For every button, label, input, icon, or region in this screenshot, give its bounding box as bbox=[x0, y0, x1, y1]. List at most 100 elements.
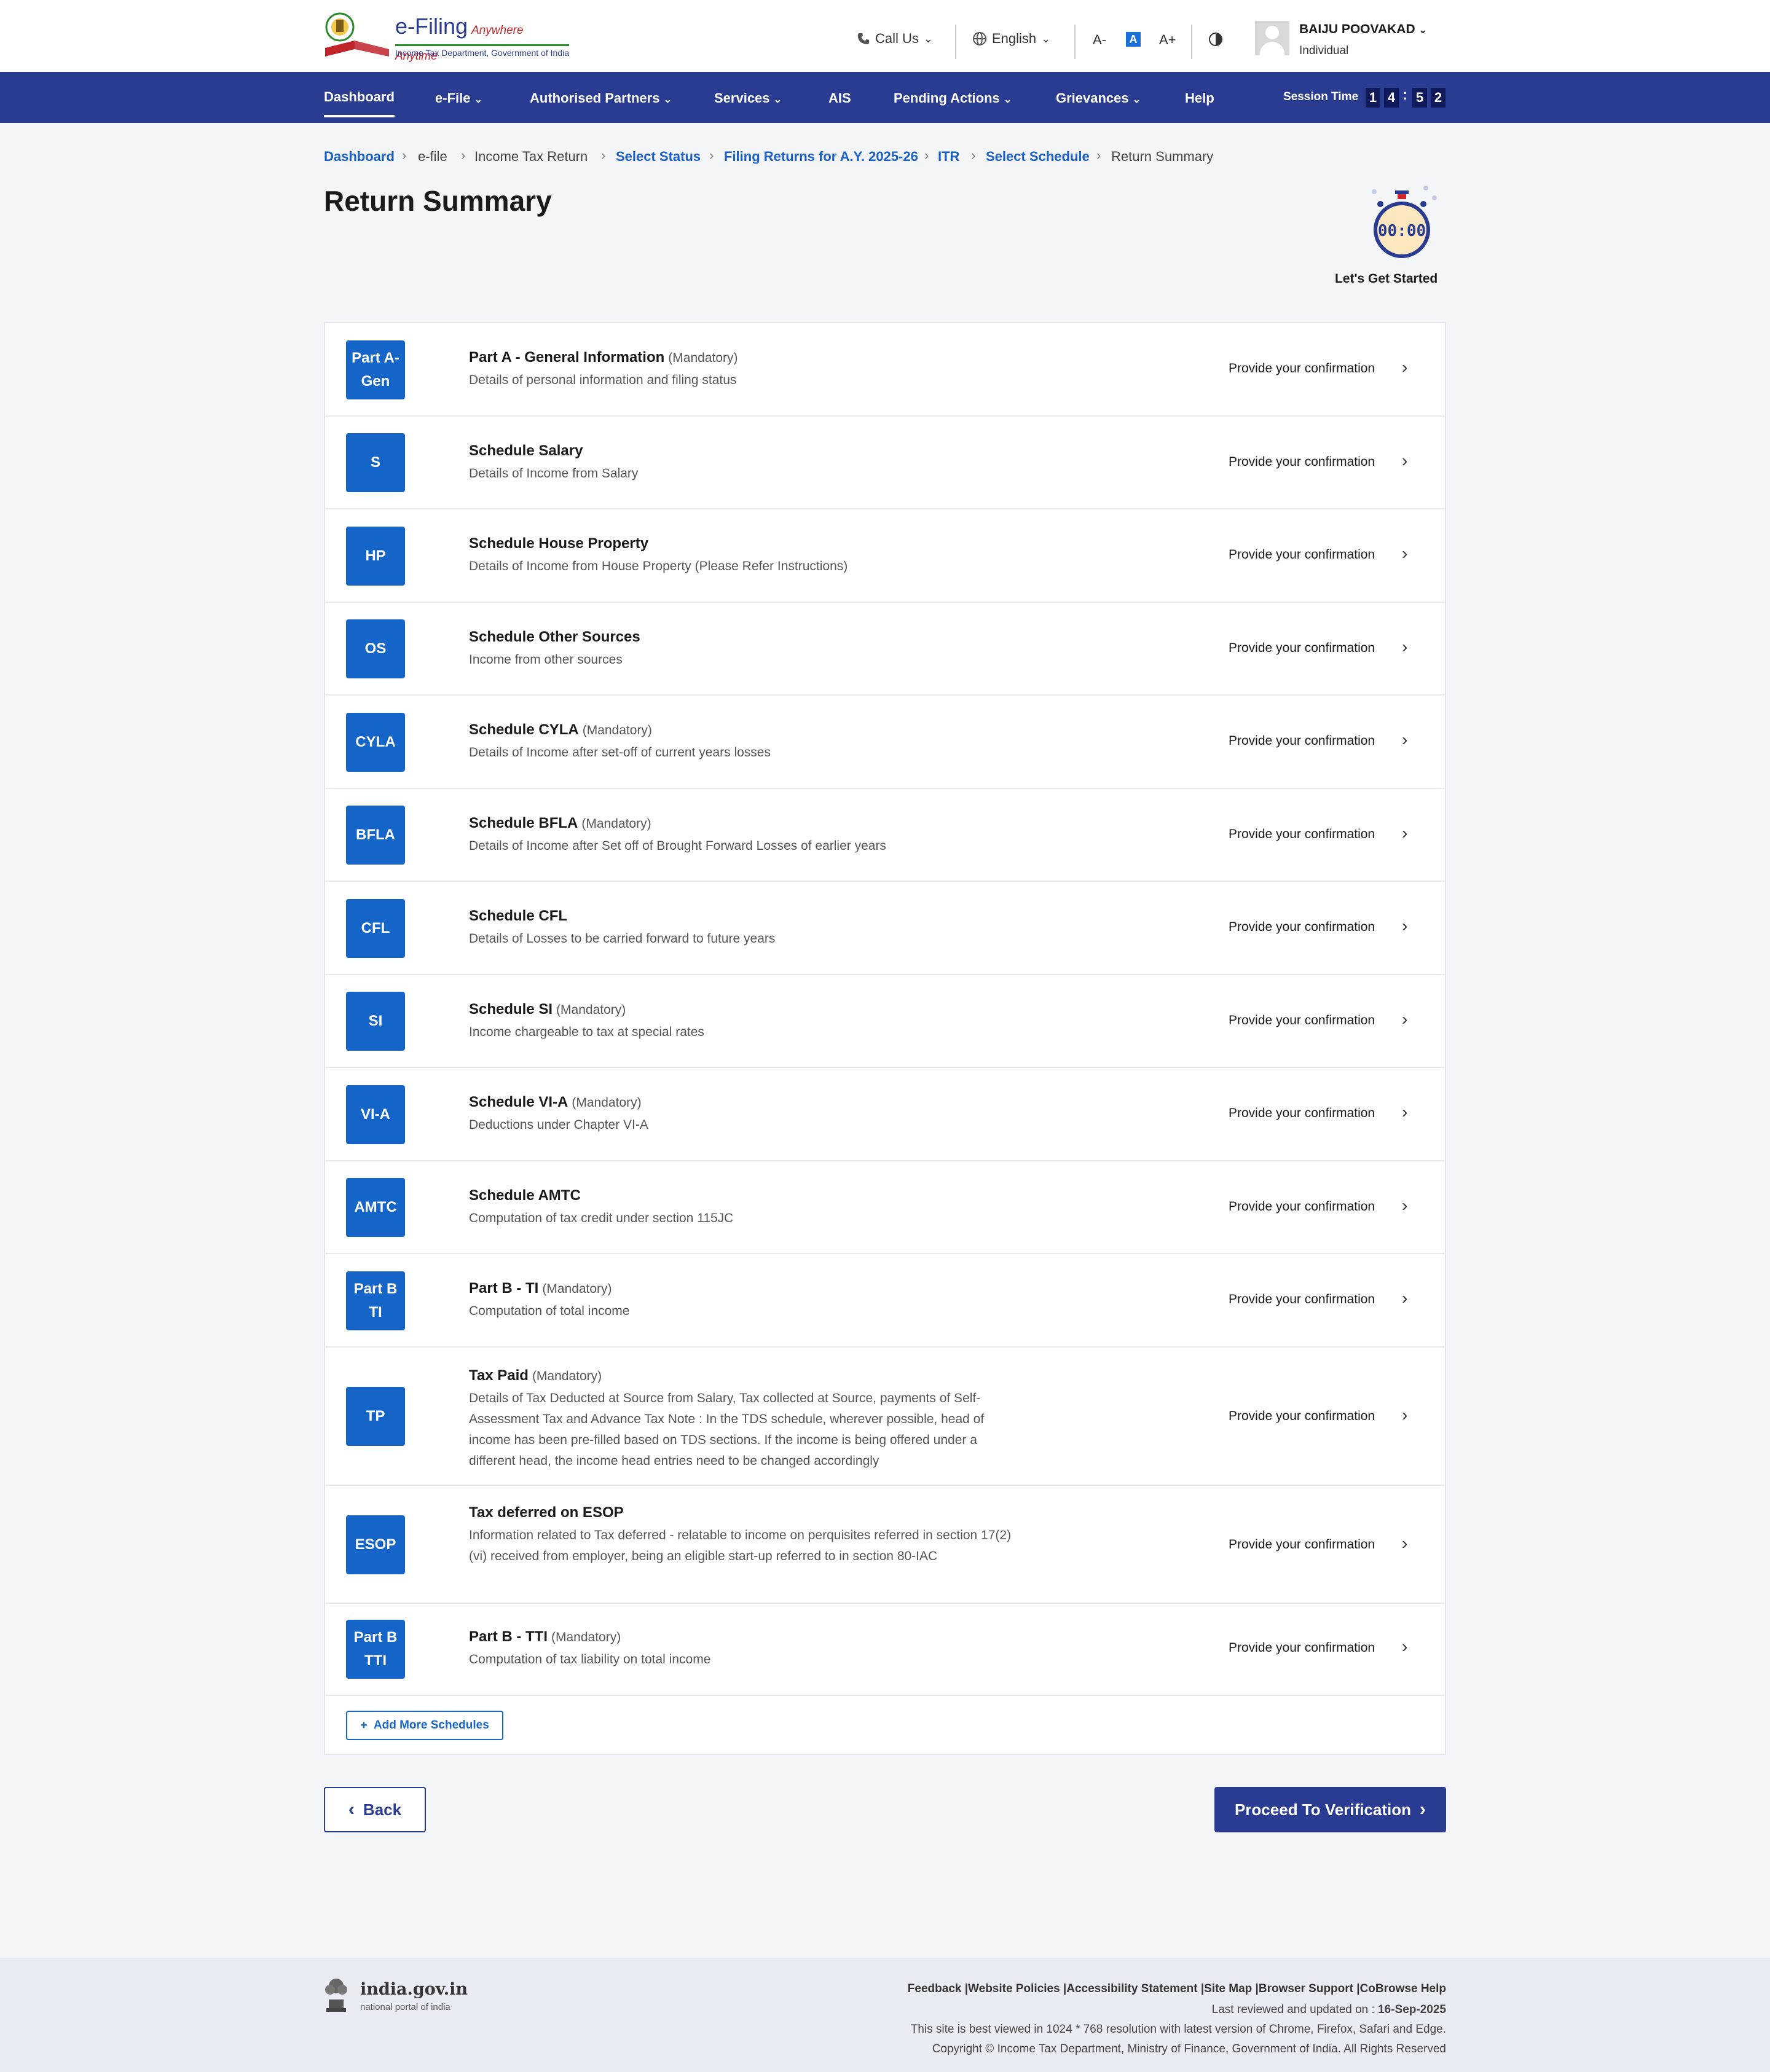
chevron-right-icon[interactable]: › bbox=[1402, 916, 1407, 936]
breadcrumb-select-schedule[interactable]: Select Schedule bbox=[986, 149, 1090, 165]
chevron-right-icon[interactable]: › bbox=[1402, 1196, 1407, 1215]
provide-confirmation-link[interactable]: Provide your confirmation bbox=[1229, 920, 1375, 935]
provide-confirmation-link[interactable]: Provide your confirmation bbox=[1229, 361, 1375, 376]
breadcrumb-dashboard[interactable]: Dashboard bbox=[324, 149, 395, 165]
user-menu[interactable]: BAIJU POOVAKAD ⌄ bbox=[1299, 22, 1427, 37]
chevron-right-icon[interactable]: › bbox=[1402, 451, 1407, 471]
footer-links[interactable]: Feedback |Website Policies |Accessibilit… bbox=[908, 1982, 1446, 1996]
efiling-logo[interactable]: e-Filing Anywhere Anytime Income Tax Depa… bbox=[324, 11, 569, 63]
font-decrease-button[interactable]: A- bbox=[1093, 32, 1106, 48]
timer-label: Let's Get Started bbox=[1335, 272, 1438, 286]
schedule-badge: VI-A bbox=[346, 1085, 405, 1144]
nav-authorised-partners[interactable]: Authorised Partners ⌄ bbox=[530, 90, 672, 106]
call-us-dropdown[interactable]: Call Us ⌄ bbox=[857, 31, 933, 47]
chevron-right-icon: › bbox=[1096, 147, 1101, 163]
session-digit: 2 bbox=[1431, 88, 1446, 108]
copyright: Copyright © Income Tax Department, Minis… bbox=[932, 2043, 1446, 2055]
font-normal-button[interactable]: A bbox=[1126, 32, 1141, 47]
chevron-right-icon[interactable]: › bbox=[1402, 730, 1407, 750]
chevron-right-icon[interactable]: › bbox=[1402, 544, 1407, 563]
provide-confirmation-link[interactable]: Provide your confirmation bbox=[1229, 1292, 1375, 1307]
schedule-title-text: Schedule CFL bbox=[469, 908, 568, 924]
provide-confirmation-link[interactable]: Provide your confirmation bbox=[1229, 1409, 1375, 1424]
chevron-right-icon[interactable]: › bbox=[1402, 1637, 1407, 1657]
chevron-right-icon: › bbox=[601, 147, 606, 163]
add-more-schedules-button[interactable]: + Add More Schedules bbox=[346, 1711, 503, 1740]
schedule-title-text: Schedule SI bbox=[469, 1001, 553, 1018]
contrast-icon[interactable] bbox=[1208, 32, 1223, 47]
chevron-right-icon[interactable]: › bbox=[1402, 1102, 1407, 1122]
schedule-row-si[interactable]: SI Schedule SI (Mandatory) Income chargea… bbox=[325, 975, 1445, 1068]
chevron-left-icon: ‹ bbox=[348, 1799, 355, 1819]
schedule-row-cfl[interactable]: CFL Schedule CFL Details of Losses to be… bbox=[325, 882, 1445, 975]
schedule-title: Schedule Other Sources bbox=[469, 629, 644, 646]
provide-confirmation-link[interactable]: Provide your confirmation bbox=[1229, 1641, 1375, 1655]
schedule-badge: Part B TTI bbox=[346, 1620, 405, 1679]
badge-text: HP bbox=[365, 547, 386, 564]
provide-confirmation-link[interactable]: Provide your confirmation bbox=[1229, 455, 1375, 469]
chevron-right-icon[interactable]: › bbox=[1402, 358, 1407, 377]
schedule-desc: Details of Income after set-off of curre… bbox=[469, 745, 771, 759]
schedule-row-esop[interactable]: ESOP Tax deferred on ESOP Information re… bbox=[325, 1486, 1445, 1604]
schedule-row-bfla[interactable]: BFLA Schedule BFLA (Mandatory) Details of… bbox=[325, 789, 1445, 882]
provide-confirmation-link[interactable]: Provide your confirmation bbox=[1229, 1106, 1375, 1121]
language-dropdown[interactable]: English ⌄ bbox=[972, 31, 1050, 47]
nav-help[interactable]: Help bbox=[1185, 90, 1214, 106]
schedule-row-house-property[interactable]: HP Schedule House Property Details of In… bbox=[325, 509, 1445, 603]
session-time-label: Session Time bbox=[1283, 90, 1359, 103]
chevron-down-icon: ⌄ bbox=[663, 95, 672, 105]
nav-services[interactable]: Services ⌄ bbox=[714, 90, 782, 106]
badge-text: VI-A bbox=[361, 1106, 390, 1123]
india-gov-link[interactable]: india.gov.in bbox=[360, 1980, 468, 1999]
schedule-desc: Details of Losses to be carried forward … bbox=[469, 932, 776, 946]
nav-authorised-partners-label: Authorised Partners bbox=[530, 90, 660, 106]
schedule-row-via[interactable]: VI-A Schedule VI-A (Mandatory) Deductions… bbox=[325, 1068, 1445, 1161]
avatar[interactable] bbox=[1255, 21, 1289, 55]
chevron-right-icon[interactable]: › bbox=[1402, 1010, 1407, 1029]
schedule-badge: Part B TI bbox=[346, 1271, 405, 1330]
breadcrumb-itr[interactable]: ITR bbox=[938, 149, 959, 165]
nav-pending-actions[interactable]: Pending Actions ⌄ bbox=[894, 90, 1012, 106]
chevron-right-icon[interactable]: › bbox=[1402, 823, 1407, 843]
chevron-down-icon: ⌄ bbox=[1418, 25, 1427, 36]
schedule-row-other-sources[interactable]: OS Schedule Other Sources Income from ot… bbox=[325, 603, 1445, 696]
schedule-row-amtc[interactable]: AMTC Schedule AMTC Computation of tax cr… bbox=[325, 1161, 1445, 1254]
nav-services-label: Services bbox=[714, 90, 770, 106]
chevron-right-icon[interactable]: › bbox=[1402, 1534, 1407, 1553]
provide-confirmation-link[interactable]: Provide your confirmation bbox=[1229, 547, 1375, 562]
breadcrumb-filing-returns[interactable]: Filing Returns for A.Y. 2025-26 bbox=[724, 149, 918, 165]
breadcrumb-efile: e-file bbox=[418, 149, 447, 164]
schedule-desc: Computation of tax credit under section … bbox=[469, 1211, 734, 1225]
provide-confirmation-link[interactable]: Provide your confirmation bbox=[1229, 1013, 1375, 1028]
provide-confirmation-link[interactable]: Provide your confirmation bbox=[1229, 1199, 1375, 1214]
provide-confirmation-link[interactable]: Provide your confirmation bbox=[1229, 1537, 1375, 1552]
mandatory-tag: (Mandatory) bbox=[551, 1630, 621, 1644]
add-more-schedules-label: Add More Schedules bbox=[373, 1719, 489, 1732]
schedule-row-part-b-ti[interactable]: Part B TI Part B - TI (Mandatory) Computa… bbox=[325, 1254, 1445, 1348]
nav-grievances[interactable]: Grievances ⌄ bbox=[1056, 90, 1141, 106]
nav-dashboard[interactable]: Dashboard bbox=[324, 89, 395, 117]
proceed-to-verification-button[interactable]: Proceed To Verification › bbox=[1214, 1787, 1446, 1832]
provide-confirmation-link[interactable]: Provide your confirmation bbox=[1229, 734, 1375, 748]
globe-icon bbox=[973, 32, 986, 45]
schedule-row-salary[interactable]: S Schedule Salary Details of Income from… bbox=[325, 417, 1445, 509]
badge-text: Part B TI bbox=[353, 1281, 398, 1321]
chevron-right-icon[interactable]: › bbox=[1402, 637, 1407, 657]
schedule-title-text: Schedule VI-A bbox=[469, 1094, 568, 1110]
nav-ais[interactable]: AIS bbox=[828, 90, 851, 106]
schedule-title: Schedule SI (Mandatory) bbox=[469, 1001, 626, 1018]
badge-text: AMTC bbox=[354, 1199, 397, 1215]
schedule-row-cyla[interactable]: CYLA Schedule CYLA (Mandatory) Details of… bbox=[325, 696, 1445, 789]
provide-confirmation-link[interactable]: Provide your confirmation bbox=[1229, 827, 1375, 842]
schedule-row-part-a-gen[interactable]: Part A- Gen Part A - General Information… bbox=[325, 323, 1445, 417]
nav-efile[interactable]: e-File ⌄ bbox=[435, 90, 482, 106]
back-button[interactable]: ‹ Back bbox=[324, 1787, 426, 1832]
font-increase-button[interactable]: A+ bbox=[1159, 32, 1176, 48]
chevron-right-icon[interactable]: › bbox=[1402, 1289, 1407, 1308]
schedule-row-part-b-tti[interactable]: Part B TTI Part B - TTI (Mandatory) Compu… bbox=[325, 1604, 1445, 1696]
breadcrumb-select-status[interactable]: Select Status bbox=[616, 149, 701, 165]
schedule-badge: BFLA bbox=[346, 806, 405, 865]
schedule-row-tax-paid[interactable]: TP Tax Paid (Mandatory) Details of Tax De… bbox=[325, 1348, 1445, 1486]
provide-confirmation-link[interactable]: Provide your confirmation bbox=[1229, 641, 1375, 656]
chevron-right-icon[interactable]: › bbox=[1402, 1405, 1407, 1425]
